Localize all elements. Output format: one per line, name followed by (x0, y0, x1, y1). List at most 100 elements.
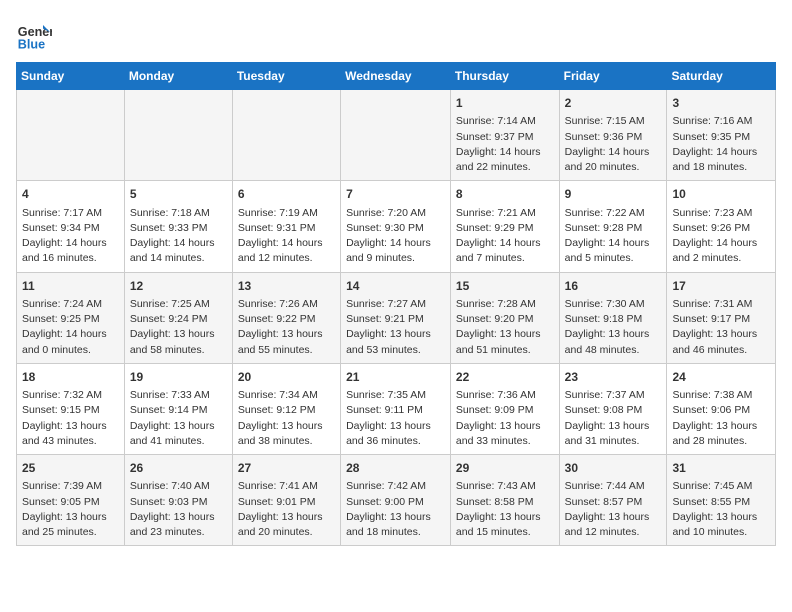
day-number: 2 (565, 95, 662, 112)
calendar-cell: 17 Sunrise: 7:31 AM Sunset: 9:17 PM Dayli… (667, 272, 776, 363)
day-number: 28 (346, 460, 445, 477)
calendar-cell: 11 Sunrise: 7:24 AM Sunset: 9:25 PM Dayli… (17, 272, 125, 363)
calendar-cell: 23 Sunrise: 7:37 AM Sunset: 9:08 PM Dayli… (559, 363, 667, 454)
day-info: Sunrise: 7:31 AM Sunset: 9:17 PM Dayligh… (672, 297, 770, 358)
day-info: Sunrise: 7:25 AM Sunset: 9:24 PM Dayligh… (130, 297, 227, 358)
day-info: Sunrise: 7:26 AM Sunset: 9:22 PM Dayligh… (238, 297, 335, 358)
day-number: 18 (22, 369, 119, 386)
day-number: 1 (456, 95, 554, 112)
calendar-cell: 18 Sunrise: 7:32 AM Sunset: 9:15 PM Dayli… (17, 363, 125, 454)
day-info: Sunrise: 7:28 AM Sunset: 9:20 PM Dayligh… (456, 297, 554, 358)
day-number: 10 (672, 186, 770, 203)
day-info: Sunrise: 7:42 AM Sunset: 9:00 PM Dayligh… (346, 479, 445, 540)
calendar-cell: 25 Sunrise: 7:39 AM Sunset: 9:05 PM Dayli… (17, 455, 125, 546)
calendar-table: SundayMondayTuesdayWednesdayThursdayFrid… (16, 62, 776, 546)
calendar-cell: 22Sunrise: 7:36 AM Sunset: 9:09 PM Dayli… (450, 363, 559, 454)
day-number: 24 (672, 369, 770, 386)
calendar-cell: 27 Sunrise: 7:41 AM Sunset: 9:01 PM Dayli… (232, 455, 340, 546)
calendar-cell: 4Sunrise: 7:17 AM Sunset: 9:34 PM Daylig… (17, 181, 125, 272)
day-number: 21 (346, 369, 445, 386)
calendar-cell: 19 Sunrise: 7:33 AM Sunset: 9:14 PM Dayli… (124, 363, 232, 454)
day-info: Sunrise: 7:14 AM Sunset: 9:37 PM Dayligh… (456, 114, 554, 175)
day-info: Sunrise: 7:36 AM Sunset: 9:09 PM Dayligh… (456, 388, 554, 449)
day-info: Sunrise: 7:20 AM Sunset: 9:30 PM Dayligh… (346, 206, 445, 267)
weekday-header: Wednesday (341, 63, 451, 90)
calendar-cell: 16 Sunrise: 7:30 AM Sunset: 9:18 PM Dayli… (559, 272, 667, 363)
calendar-cell: 7Sunrise: 7:20 AM Sunset: 9:30 PM Daylig… (341, 181, 451, 272)
day-info: Sunrise: 7:35 AM Sunset: 9:11 PM Dayligh… (346, 388, 445, 449)
day-number: 12 (130, 278, 227, 295)
calendar-cell: 5Sunrise: 7:18 AM Sunset: 9:33 PM Daylig… (124, 181, 232, 272)
calendar-cell: 28 Sunrise: 7:42 AM Sunset: 9:00 PM Dayli… (341, 455, 451, 546)
day-number: 31 (672, 460, 770, 477)
day-info: Sunrise: 7:30 AM Sunset: 9:18 PM Dayligh… (565, 297, 662, 358)
day-info: Sunrise: 7:24 AM Sunset: 9:25 PM Dayligh… (22, 297, 119, 358)
day-info: Sunrise: 7:23 AM Sunset: 9:26 PM Dayligh… (672, 206, 770, 267)
calendar-cell: 8Sunrise: 7:21 AM Sunset: 9:29 PM Daylig… (450, 181, 559, 272)
svg-text:Blue: Blue (18, 37, 45, 51)
calendar-cell: 13 Sunrise: 7:26 AM Sunset: 9:22 PM Dayli… (232, 272, 340, 363)
logo: General Blue (16, 16, 56, 52)
calendar-cell: 14 Sunrise: 7:27 AM Sunset: 9:21 PM Dayli… (341, 272, 451, 363)
day-info: Sunrise: 7:45 AM Sunset: 8:55 PM Dayligh… (672, 479, 770, 540)
calendar-week-row: 1 Sunrise: 7:14 AM Sunset: 9:37 PM Daylig… (17, 90, 776, 181)
day-info: Sunrise: 7:15 AM Sunset: 9:36 PM Dayligh… (565, 114, 662, 175)
day-number: 27 (238, 460, 335, 477)
day-info: Sunrise: 7:40 AM Sunset: 9:03 PM Dayligh… (130, 479, 227, 540)
day-number: 14 (346, 278, 445, 295)
calendar-cell: 30 Sunrise: 7:44 AM Sunset: 8:57 PM Dayli… (559, 455, 667, 546)
calendar-cell: 2 Sunrise: 7:15 AM Sunset: 9:36 PM Daylig… (559, 90, 667, 181)
calendar-body: 1 Sunrise: 7:14 AM Sunset: 9:37 PM Daylig… (17, 90, 776, 546)
calendar-cell: 24 Sunrise: 7:38 AM Sunset: 9:06 PM Dayli… (667, 363, 776, 454)
weekday-header: Thursday (450, 63, 559, 90)
calendar-cell: 1 Sunrise: 7:14 AM Sunset: 9:37 PM Daylig… (450, 90, 559, 181)
day-number: 30 (565, 460, 662, 477)
day-number: 17 (672, 278, 770, 295)
day-number: 8 (456, 186, 554, 203)
day-number: 5 (130, 186, 227, 203)
day-info: Sunrise: 7:44 AM Sunset: 8:57 PM Dayligh… (565, 479, 662, 540)
day-number: 23 (565, 369, 662, 386)
weekday-header: Friday (559, 63, 667, 90)
page-header: General Blue (16, 16, 776, 52)
day-info: Sunrise: 7:27 AM Sunset: 9:21 PM Dayligh… (346, 297, 445, 358)
calendar-cell: 26Sunrise: 7:40 AM Sunset: 9:03 PM Dayli… (124, 455, 232, 546)
day-info: Sunrise: 7:17 AM Sunset: 9:34 PM Dayligh… (22, 206, 119, 267)
day-info: Sunrise: 7:38 AM Sunset: 9:06 PM Dayligh… (672, 388, 770, 449)
calendar-cell: 31 Sunrise: 7:45 AM Sunset: 8:55 PM Dayli… (667, 455, 776, 546)
day-number: 13 (238, 278, 335, 295)
day-info: Sunrise: 7:33 AM Sunset: 9:14 PM Dayligh… (130, 388, 227, 449)
day-number: 25 (22, 460, 119, 477)
day-info: Sunrise: 7:39 AM Sunset: 9:05 PM Dayligh… (22, 479, 119, 540)
calendar-cell: 10 Sunrise: 7:23 AM Sunset: 9:26 PM Dayli… (667, 181, 776, 272)
day-number: 29 (456, 460, 554, 477)
day-info: Sunrise: 7:41 AM Sunset: 9:01 PM Dayligh… (238, 479, 335, 540)
calendar-cell (17, 90, 125, 181)
day-number: 3 (672, 95, 770, 112)
day-info: Sunrise: 7:34 AM Sunset: 9:12 PM Dayligh… (238, 388, 335, 449)
calendar-cell: 6 Sunrise: 7:19 AM Sunset: 9:31 PM Daylig… (232, 181, 340, 272)
calendar-cell: 12 Sunrise: 7:25 AM Sunset: 9:24 PM Dayli… (124, 272, 232, 363)
day-number: 16 (565, 278, 662, 295)
weekday-header: Sunday (17, 63, 125, 90)
day-info: Sunrise: 7:22 AM Sunset: 9:28 PM Dayligh… (565, 206, 662, 267)
calendar-week-row: 18 Sunrise: 7:32 AM Sunset: 9:15 PM Dayli… (17, 363, 776, 454)
day-number: 6 (238, 186, 335, 203)
day-number: 19 (130, 369, 227, 386)
day-number: 11 (22, 278, 119, 295)
day-number: 20 (238, 369, 335, 386)
calendar-cell: 9Sunrise: 7:22 AM Sunset: 9:28 PM Daylig… (559, 181, 667, 272)
weekday-header: Monday (124, 63, 232, 90)
calendar-cell (341, 90, 451, 181)
calendar-cell (232, 90, 340, 181)
day-info: Sunrise: 7:37 AM Sunset: 9:08 PM Dayligh… (565, 388, 662, 449)
calendar-cell: 3Sunrise: 7:16 AM Sunset: 9:35 PM Daylig… (667, 90, 776, 181)
calendar-cell (124, 90, 232, 181)
calendar-week-row: 11 Sunrise: 7:24 AM Sunset: 9:25 PM Dayli… (17, 272, 776, 363)
calendar-week-row: 25 Sunrise: 7:39 AM Sunset: 9:05 PM Dayli… (17, 455, 776, 546)
day-info: Sunrise: 7:19 AM Sunset: 9:31 PM Dayligh… (238, 206, 335, 267)
day-info: Sunrise: 7:43 AM Sunset: 8:58 PM Dayligh… (456, 479, 554, 540)
weekday-header: Tuesday (232, 63, 340, 90)
calendar-week-row: 4Sunrise: 7:17 AM Sunset: 9:34 PM Daylig… (17, 181, 776, 272)
day-info: Sunrise: 7:32 AM Sunset: 9:15 PM Dayligh… (22, 388, 119, 449)
